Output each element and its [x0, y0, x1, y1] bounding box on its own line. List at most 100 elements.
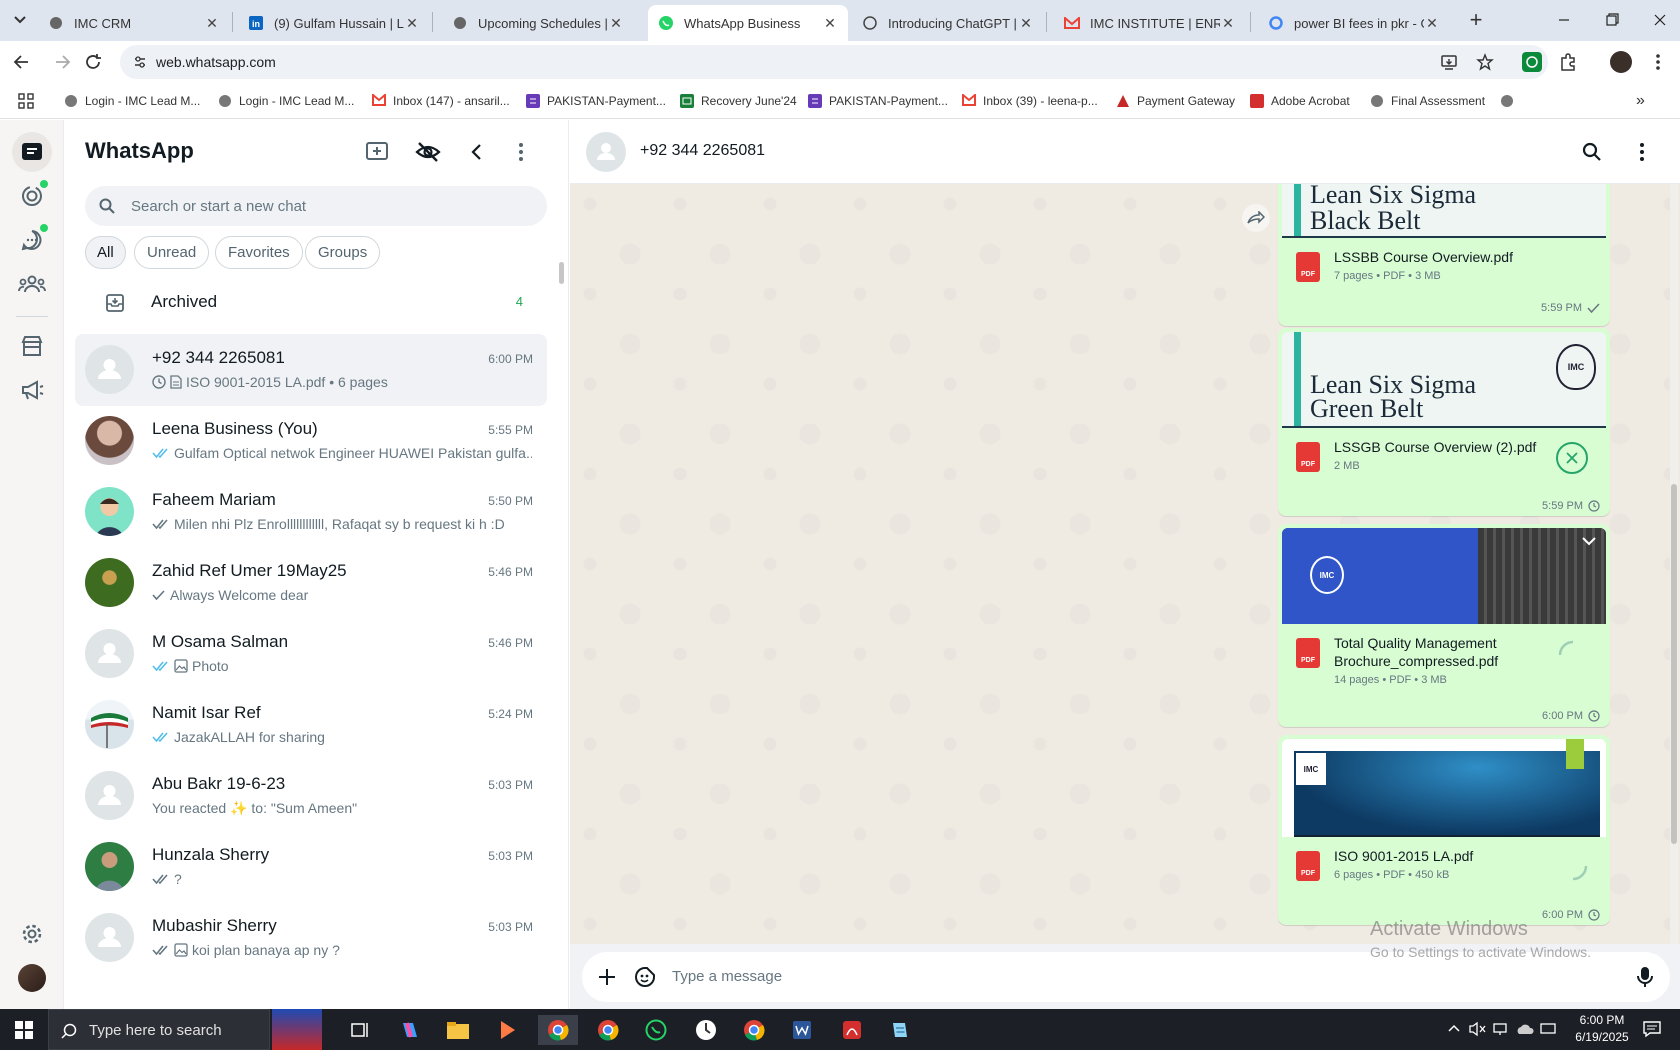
bookmark-item[interactable]: Inbox (39) - leena-p... — [962, 92, 1098, 110]
status-nav-button[interactable] — [12, 176, 52, 216]
chats-nav-button[interactable] — [12, 132, 52, 172]
search-placeholder[interactable]: Search or start a new chat — [131, 198, 306, 215]
more-bookmarks-icon[interactable]: » — [1636, 92, 1645, 110]
archived-row[interactable]: Archived 4 — [75, 280, 547, 324]
settings-nav-button[interactable] — [12, 914, 52, 954]
document-info[interactable]: PDF LSSBB Course Overview.pdf 7 pages • … — [1282, 238, 1606, 300]
bookmark-item[interactable]: Final Assessment — [1370, 92, 1485, 110]
document-thumbnail[interactable]: Lean Six Sigma Black Belt — [1282, 184, 1606, 238]
chrome-taskbar-icon[interactable] — [588, 1015, 628, 1045]
app-taskbar-icon[interactable] — [488, 1015, 528, 1045]
profile-nav-button[interactable] — [12, 958, 52, 998]
task-view-button[interactable] — [340, 1015, 380, 1045]
chat-row[interactable]: Faheem Mariam 5:50 PM Milen nhi Plz Enro… — [75, 476, 547, 548]
browser-menu-icon[interactable] — [1652, 51, 1664, 73]
browser-tab-linkedin[interactable]: in (9) Gulfam Hussain | Link ✕ — [238, 5, 430, 41]
bookmark-item[interactable]: PAKISTAN-Payment... — [808, 92, 948, 110]
taskbar-app-flag[interactable] — [272, 1009, 322, 1050]
document-message[interactable]: Lean Six Sigma Green Belt IMC PDF LSSGB … — [1278, 328, 1610, 516]
document-info[interactable]: PDF LSSGB Course Overview (2).pdf 2 MB — [1282, 428, 1606, 490]
chat-menu-button[interactable] — [1634, 140, 1650, 164]
imc-favicon-icon[interactable] — [1500, 94, 1514, 108]
messages-scrollbar[interactable] — [1670, 184, 1678, 944]
volume-muted-icon[interactable] — [1468, 1021, 1486, 1037]
install-app-icon[interactable] — [1440, 53, 1458, 71]
whatsapp-extension-icon[interactable] — [1522, 52, 1542, 72]
search-box[interactable]: Search or start a new chat — [85, 186, 547, 226]
document-message[interactable]: IMC PDF Total Quality Management Brochur… — [1278, 524, 1610, 727]
bookmark-item[interactable]: Inbox (147) - ansaril... — [372, 92, 510, 110]
document-info[interactable]: PDF Total Quality Management Brochure_co… — [1282, 624, 1606, 698]
minimize-window-button[interactable] — [1552, 10, 1576, 30]
browser-tab-whatsapp[interactable]: WhatsApp Business ✕ — [648, 5, 848, 41]
browser-tab-upcoming-schedules[interactable]: Upcoming Schedules | IM ✕ — [442, 5, 634, 41]
document-thumbnail[interactable]: IMC — [1282, 528, 1606, 624]
collapse-button[interactable] — [467, 140, 491, 168]
catalog-nav-button[interactable] — [12, 326, 52, 366]
filter-unread[interactable]: Unread — [134, 236, 210, 269]
extensions-puzzle-icon[interactable] — [1558, 52, 1578, 72]
attach-button[interactable] — [596, 966, 618, 988]
clock-app-taskbar-icon[interactable] — [686, 1015, 726, 1045]
conversation-header[interactable]: +92 344 2265081 — [570, 120, 1680, 184]
address-bar[interactable]: web.whatsapp.com — [120, 45, 1548, 79]
filter-favorites[interactable]: Favorites — [215, 236, 303, 269]
browser-tab-imc-crm[interactable]: IMC CRM ✕ — [38, 5, 230, 41]
browser-tab-google-search[interactable]: power BI fees in pkr - Go ✕ — [1258, 5, 1450, 41]
taskbar-search-box[interactable]: Type here to search — [48, 1009, 270, 1050]
advertise-nav-button[interactable] — [12, 370, 52, 410]
close-window-button[interactable] — [1648, 10, 1672, 30]
bookmark-item[interactable]: PAKISTAN-Payment... — [526, 92, 666, 110]
document-info[interactable]: PDF ISO 9001-2015 LA.pdf 6 pages • PDF •… — [1282, 837, 1606, 895]
network-icon[interactable] — [1492, 1021, 1508, 1037]
filter-all[interactable]: All — [85, 236, 126, 269]
chat-row[interactable]: Leena Business (You) 5:55 PM Gulfam Opti… — [75, 405, 547, 477]
document-message[interactable]: Lean Six Sigma Black Belt PDF LSSBB Cour… — [1278, 184, 1610, 326]
reload-button[interactable] — [82, 51, 106, 73]
document-message[interactable]: IMC PDF ISO 9001-2015 LA.pdf 6 pages • P… — [1278, 735, 1610, 925]
close-icon[interactable]: ✕ — [822, 15, 838, 31]
apps-grid-icon[interactable] — [18, 93, 34, 109]
onedrive-icon[interactable] — [1516, 1022, 1534, 1036]
file-explorer-taskbar-icon[interactable] — [438, 1015, 478, 1045]
show-hidden-icons-button[interactable] — [1448, 1023, 1460, 1033]
filter-groups[interactable]: Groups — [305, 236, 381, 269]
contact-name[interactable]: +92 344 2265081 — [640, 142, 765, 160]
notepad-taskbar-icon[interactable] — [880, 1015, 920, 1045]
menu-button[interactable] — [513, 140, 529, 168]
forward-button[interactable] — [1242, 204, 1270, 232]
display-icon[interactable] — [1540, 1021, 1556, 1037]
bookmark-item[interactable]: Recovery June'24 — [680, 92, 797, 110]
communities-nav-button[interactable] — [12, 264, 52, 304]
chat-row-active[interactable]: +92 344 2265081 6:00 PM ISO 9001-2015 LA… — [75, 334, 547, 406]
browser-tab-chatgpt[interactable]: Introducing ChatGPT | O ✕ — [852, 5, 1044, 41]
close-icon[interactable]: ✕ — [1018, 15, 1034, 31]
back-button[interactable] — [10, 51, 34, 73]
chrome-taskbar-icon[interactable] — [538, 1015, 578, 1045]
chrome-taskbar-icon[interactable] — [734, 1015, 774, 1045]
message-input-placeholder[interactable]: Type a message — [672, 968, 782, 985]
voice-message-button[interactable] — [1636, 965, 1654, 989]
bookmark-item[interactable]: Login - IMC Lead M... — [64, 92, 200, 110]
emoji-button[interactable] — [634, 966, 656, 988]
chat-row[interactable]: Mubashir Sherry 5:03 PM koi plan banaya … — [75, 902, 547, 974]
channels-nav-button[interactable] — [12, 220, 52, 260]
copilot-taskbar-icon[interactable] — [390, 1015, 430, 1045]
browser-tab-imc-enroll[interactable]: IMC INSTITUTE | ENROLL ✕ — [1054, 5, 1246, 41]
chat-row[interactable]: Abu Bakr 19-6-23 5:03 PM You reacted ✨ t… — [75, 760, 547, 832]
restore-window-button[interactable] — [1600, 10, 1624, 30]
taskbar-clock[interactable]: 6:00 PM 6/19/2025 — [1566, 1012, 1638, 1046]
notifications-button[interactable] — [1642, 1020, 1662, 1038]
chat-row[interactable]: M Osama Salman 5:46 PM Photo — [75, 618, 547, 690]
close-icon[interactable]: ✕ — [404, 15, 420, 31]
chat-row[interactable]: Zahid Ref Umer 19May25 5:46 PM Always We… — [75, 547, 547, 619]
chat-row[interactable]: Namit Isar Ref 5:24 PM JazakALLAH for sh… — [75, 689, 547, 761]
start-button[interactable] — [4, 1015, 44, 1045]
message-options-button[interactable] — [1582, 536, 1596, 546]
document-thumbnail[interactable]: IMC — [1282, 739, 1606, 837]
close-icon[interactable]: ✕ — [1424, 15, 1440, 31]
bookmark-item[interactable]: Payment Gateway — [1116, 92, 1235, 110]
tab-search-button[interactable] — [8, 10, 32, 30]
search-chat-button[interactable] — [1582, 142, 1604, 164]
whatsapp-taskbar-icon[interactable] — [636, 1015, 676, 1045]
